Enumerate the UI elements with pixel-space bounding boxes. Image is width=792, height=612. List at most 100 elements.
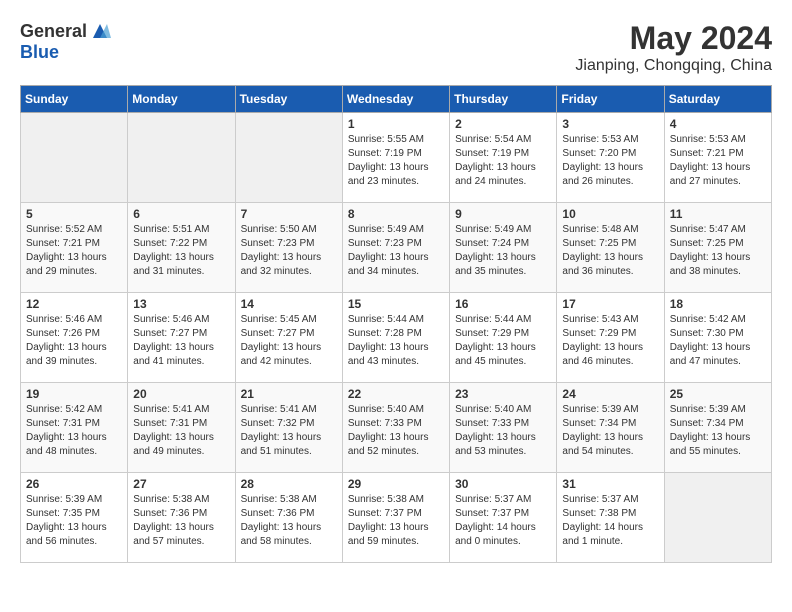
- logo-blue: Blue: [20, 42, 59, 63]
- day-number: 25: [670, 387, 766, 401]
- day-of-week-header: Thursday: [450, 86, 557, 113]
- day-info: Sunrise: 5:53 AM Sunset: 7:20 PM Dayligh…: [562, 133, 658, 189]
- calendar-cell: 29 Sunrise: 5:38 AM Sunset: 7:37 PM Dayli…: [342, 473, 449, 563]
- day-number: 13: [133, 297, 229, 311]
- calendar-cell: 7Sunrise: 5:50 AM Sunset: 7:23 PM Daylig…: [235, 203, 342, 293]
- day-number: 4: [670, 117, 766, 131]
- calendar-cell: 18 Sunrise: 5:42 AM Sunset: 7:30 PM Dayli…: [664, 293, 771, 383]
- calendar-week-row: 26 Sunrise: 5:39 AM Sunset: 7:35 PM Dayli…: [21, 473, 772, 563]
- calendar-cell: 14Sunrise: 5:45 AM Sunset: 7:27 PM Dayli…: [235, 293, 342, 383]
- calendar-cell: 4 Sunrise: 5:53 AM Sunset: 7:21 PM Daylig…: [664, 113, 771, 203]
- calendar-table: SundayMondayTuesdayWednesdayThursdayFrid…: [20, 85, 772, 563]
- calendar-cell: [235, 113, 342, 203]
- calendar-week-row: 5Sunrise: 5:52 AM Sunset: 7:21 PM Daylig…: [21, 203, 772, 293]
- day-number: 17: [562, 297, 658, 311]
- calendar-cell: 15 Sunrise: 5:44 AM Sunset: 7:28 PM Dayli…: [342, 293, 449, 383]
- day-number: 6: [133, 207, 229, 221]
- day-info: Sunrise: 5:53 AM Sunset: 7:21 PM Dayligh…: [670, 133, 766, 189]
- day-info: Sunrise: 5:38 AM Sunset: 7:37 PM Dayligh…: [348, 493, 444, 549]
- calendar-cell: 22Sunrise: 5:40 AM Sunset: 7:33 PM Dayli…: [342, 383, 449, 473]
- calendar-cell: 27Sunrise: 5:38 AM Sunset: 7:36 PM Dayli…: [128, 473, 235, 563]
- day-of-week-header: Saturday: [664, 86, 771, 113]
- day-info: Sunrise: 5:38 AM Sunset: 7:36 PM Dayligh…: [241, 493, 337, 549]
- day-number: 9: [455, 207, 551, 221]
- calendar-cell: 9 Sunrise: 5:49 AM Sunset: 7:24 PM Daylig…: [450, 203, 557, 293]
- day-info: Sunrise: 5:45 AM Sunset: 7:27 PM Dayligh…: [241, 313, 337, 369]
- day-number: 1: [348, 117, 444, 131]
- day-info: Sunrise: 5:44 AM Sunset: 7:28 PM Dayligh…: [348, 313, 444, 369]
- calendar-cell: 13Sunrise: 5:46 AM Sunset: 7:27 PM Dayli…: [128, 293, 235, 383]
- month-year-title: May 2024: [575, 20, 772, 57]
- day-info: Sunrise: 5:51 AM Sunset: 7:22 PM Dayligh…: [133, 223, 229, 279]
- calendar-cell: 11 Sunrise: 5:47 AM Sunset: 7:25 PM Dayli…: [664, 203, 771, 293]
- day-info: Sunrise: 5:41 AM Sunset: 7:31 PM Dayligh…: [133, 403, 229, 459]
- calendar-cell: 20 Sunrise: 5:41 AM Sunset: 7:31 PM Dayli…: [128, 383, 235, 473]
- day-of-week-header: Sunday: [21, 86, 128, 113]
- day-number: 27: [133, 477, 229, 491]
- logo-icon: [89, 20, 111, 42]
- calendar-cell: 5Sunrise: 5:52 AM Sunset: 7:21 PM Daylig…: [21, 203, 128, 293]
- calendar-cell: 8 Sunrise: 5:49 AM Sunset: 7:23 PM Daylig…: [342, 203, 449, 293]
- day-info: Sunrise: 5:39 AM Sunset: 7:34 PM Dayligh…: [670, 403, 766, 459]
- calendar-cell: 2Sunrise: 5:54 AM Sunset: 7:19 PM Daylig…: [450, 113, 557, 203]
- day-info: Sunrise: 5:42 AM Sunset: 7:31 PM Dayligh…: [26, 403, 122, 459]
- calendar-body: 1Sunrise: 5:55 AM Sunset: 7:19 PM Daylig…: [21, 113, 772, 563]
- day-number: 10: [562, 207, 658, 221]
- day-number: 7: [241, 207, 337, 221]
- day-number: 28: [241, 477, 337, 491]
- calendar-cell: 28 Sunrise: 5:38 AM Sunset: 7:36 PM Dayli…: [235, 473, 342, 563]
- day-number: 3: [562, 117, 658, 131]
- day-info: Sunrise: 5:49 AM Sunset: 7:24 PM Dayligh…: [455, 223, 551, 279]
- day-info: Sunrise: 5:52 AM Sunset: 7:21 PM Dayligh…: [26, 223, 122, 279]
- calendar-cell: 24Sunrise: 5:39 AM Sunset: 7:34 PM Dayli…: [557, 383, 664, 473]
- calendar-week-row: 19 Sunrise: 5:42 AM Sunset: 7:31 PM Dayli…: [21, 383, 772, 473]
- day-number: 26: [26, 477, 122, 491]
- calendar-cell: 21 Sunrise: 5:41 AM Sunset: 7:32 PM Dayli…: [235, 383, 342, 473]
- day-info: Sunrise: 5:40 AM Sunset: 7:33 PM Dayligh…: [455, 403, 551, 459]
- logo: General Blue: [20, 20, 111, 63]
- day-number: 15: [348, 297, 444, 311]
- day-info: Sunrise: 5:41 AM Sunset: 7:32 PM Dayligh…: [241, 403, 337, 459]
- calendar-cell: 26 Sunrise: 5:39 AM Sunset: 7:35 PM Dayli…: [21, 473, 128, 563]
- day-number: 8: [348, 207, 444, 221]
- day-info: Sunrise: 5:42 AM Sunset: 7:30 PM Dayligh…: [670, 313, 766, 369]
- calendar-cell: 30Sunrise: 5:37 AM Sunset: 7:37 PM Dayli…: [450, 473, 557, 563]
- day-number: 11: [670, 207, 766, 221]
- day-of-week-header: Monday: [128, 86, 235, 113]
- day-info: Sunrise: 5:46 AM Sunset: 7:26 PM Dayligh…: [26, 313, 122, 369]
- calendar-cell: 6 Sunrise: 5:51 AM Sunset: 7:22 PM Daylig…: [128, 203, 235, 293]
- day-number: 22: [348, 387, 444, 401]
- calendar-cell: 1Sunrise: 5:55 AM Sunset: 7:19 PM Daylig…: [342, 113, 449, 203]
- calendar-cell: 12Sunrise: 5:46 AM Sunset: 7:26 PM Dayli…: [21, 293, 128, 383]
- day-info: Sunrise: 5:43 AM Sunset: 7:29 PM Dayligh…: [562, 313, 658, 369]
- day-number: 29: [348, 477, 444, 491]
- day-info: Sunrise: 5:47 AM Sunset: 7:25 PM Dayligh…: [670, 223, 766, 279]
- day-info: Sunrise: 5:37 AM Sunset: 7:38 PM Dayligh…: [562, 493, 658, 549]
- day-number: 2: [455, 117, 551, 131]
- day-number: 18: [670, 297, 766, 311]
- title-block: May 2024 Jianping, Chongqing, China: [575, 20, 772, 75]
- calendar-cell: 17 Sunrise: 5:43 AM Sunset: 7:29 PM Dayli…: [557, 293, 664, 383]
- calendar-cell: 16 Sunrise: 5:44 AM Sunset: 7:29 PM Dayli…: [450, 293, 557, 383]
- day-number: 19: [26, 387, 122, 401]
- calendar-cell: 31Sunrise: 5:37 AM Sunset: 7:38 PM Dayli…: [557, 473, 664, 563]
- day-info: Sunrise: 5:49 AM Sunset: 7:23 PM Dayligh…: [348, 223, 444, 279]
- day-number: 20: [133, 387, 229, 401]
- day-number: 16: [455, 297, 551, 311]
- day-of-week-header: Friday: [557, 86, 664, 113]
- day-info: Sunrise: 5:39 AM Sunset: 7:34 PM Dayligh…: [562, 403, 658, 459]
- day-info: Sunrise: 5:44 AM Sunset: 7:29 PM Dayligh…: [455, 313, 551, 369]
- day-number: 21: [241, 387, 337, 401]
- location-subtitle: Jianping, Chongqing, China: [575, 57, 772, 75]
- day-info: Sunrise: 5:39 AM Sunset: 7:35 PM Dayligh…: [26, 493, 122, 549]
- calendar-cell: 3 Sunrise: 5:53 AM Sunset: 7:20 PM Daylig…: [557, 113, 664, 203]
- day-number: 23: [455, 387, 551, 401]
- calendar-cell: [21, 113, 128, 203]
- calendar-cell: 19 Sunrise: 5:42 AM Sunset: 7:31 PM Dayli…: [21, 383, 128, 473]
- page-header: General Blue May 2024 Jianping, Chongqin…: [20, 20, 772, 75]
- calendar-week-row: 1Sunrise: 5:55 AM Sunset: 7:19 PM Daylig…: [21, 113, 772, 203]
- calendar-cell: 23 Sunrise: 5:40 AM Sunset: 7:33 PM Dayli…: [450, 383, 557, 473]
- calendar-cell: 10Sunrise: 5:48 AM Sunset: 7:25 PM Dayli…: [557, 203, 664, 293]
- logo-general: General: [20, 21, 87, 42]
- calendar-cell: [128, 113, 235, 203]
